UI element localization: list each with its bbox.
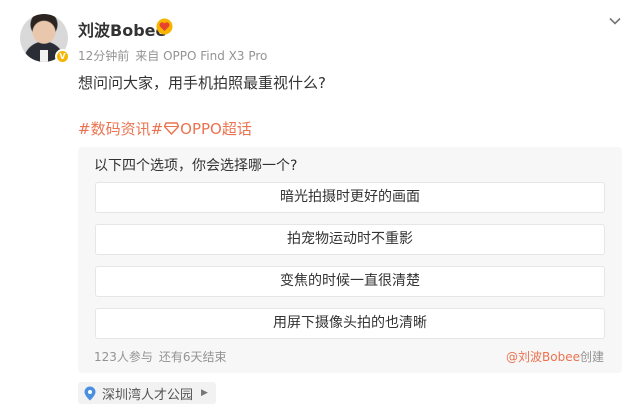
chevron-down-icon[interactable] (608, 14, 622, 28)
poll-creator-link[interactable]: @刘波Bobee (506, 350, 580, 364)
poll-participants: 123人参与 (94, 350, 153, 364)
topic-link-digital-news[interactable]: #数码资讯# (78, 118, 163, 139)
poll-option[interactable]: 拍宠物运动时不重影 (95, 224, 605, 255)
post-text: 想问问大家，用手机拍照最重视什么? (78, 74, 326, 92)
location-tag[interactable]: 深圳湾人才公园 ▶ (78, 382, 216, 404)
topic-link-oppo-super[interactable]: OPPO超话 (180, 118, 252, 139)
poll-question: 以下四个选项，你会选择哪一个? (94, 158, 298, 174)
poll-creator-suffix: 创建 (579, 350, 604, 364)
topic-links: #数码资讯# OPPO超话 (78, 118, 252, 139)
chevron-right-icon: ▶ (201, 388, 208, 398)
location-name: 深圳湾人才公园 (102, 387, 194, 403)
poll-option[interactable]: 用屏下摄像头拍的也清晰 (95, 308, 605, 339)
author-name[interactable]: 刘波Bobee (78, 17, 166, 41)
poll-remaining: 还有6天结束 (158, 350, 227, 364)
location-pin-icon (84, 386, 96, 400)
post-meta: 12分钟前 来自 OPPO Find X3 Pro (78, 47, 267, 64)
poll-card: 以下四个选项，你会选择哪一个? 暗光拍摄时更好的画面 拍宠物运动时不重影 变焦的… (78, 147, 622, 373)
diamond-super-topic-icon (164, 122, 180, 135)
poll-option[interactable]: 暗光拍摄时更好的画面 (95, 182, 605, 213)
post-source: 来自 OPPO Find X3 Pro (135, 49, 268, 63)
verified-icon: V (55, 49, 70, 64)
avatar-shirt (40, 50, 48, 62)
poll-stats: 123人参与 还有6天结束 (94, 348, 227, 365)
poll-creator-info: @刘波Bobee创建 (506, 348, 604, 365)
vip-badge-icon[interactable] (156, 18, 173, 35)
post-time[interactable]: 12分钟前 (78, 49, 129, 63)
poll-option[interactable]: 变焦的时候一直很清楚 (95, 266, 605, 297)
